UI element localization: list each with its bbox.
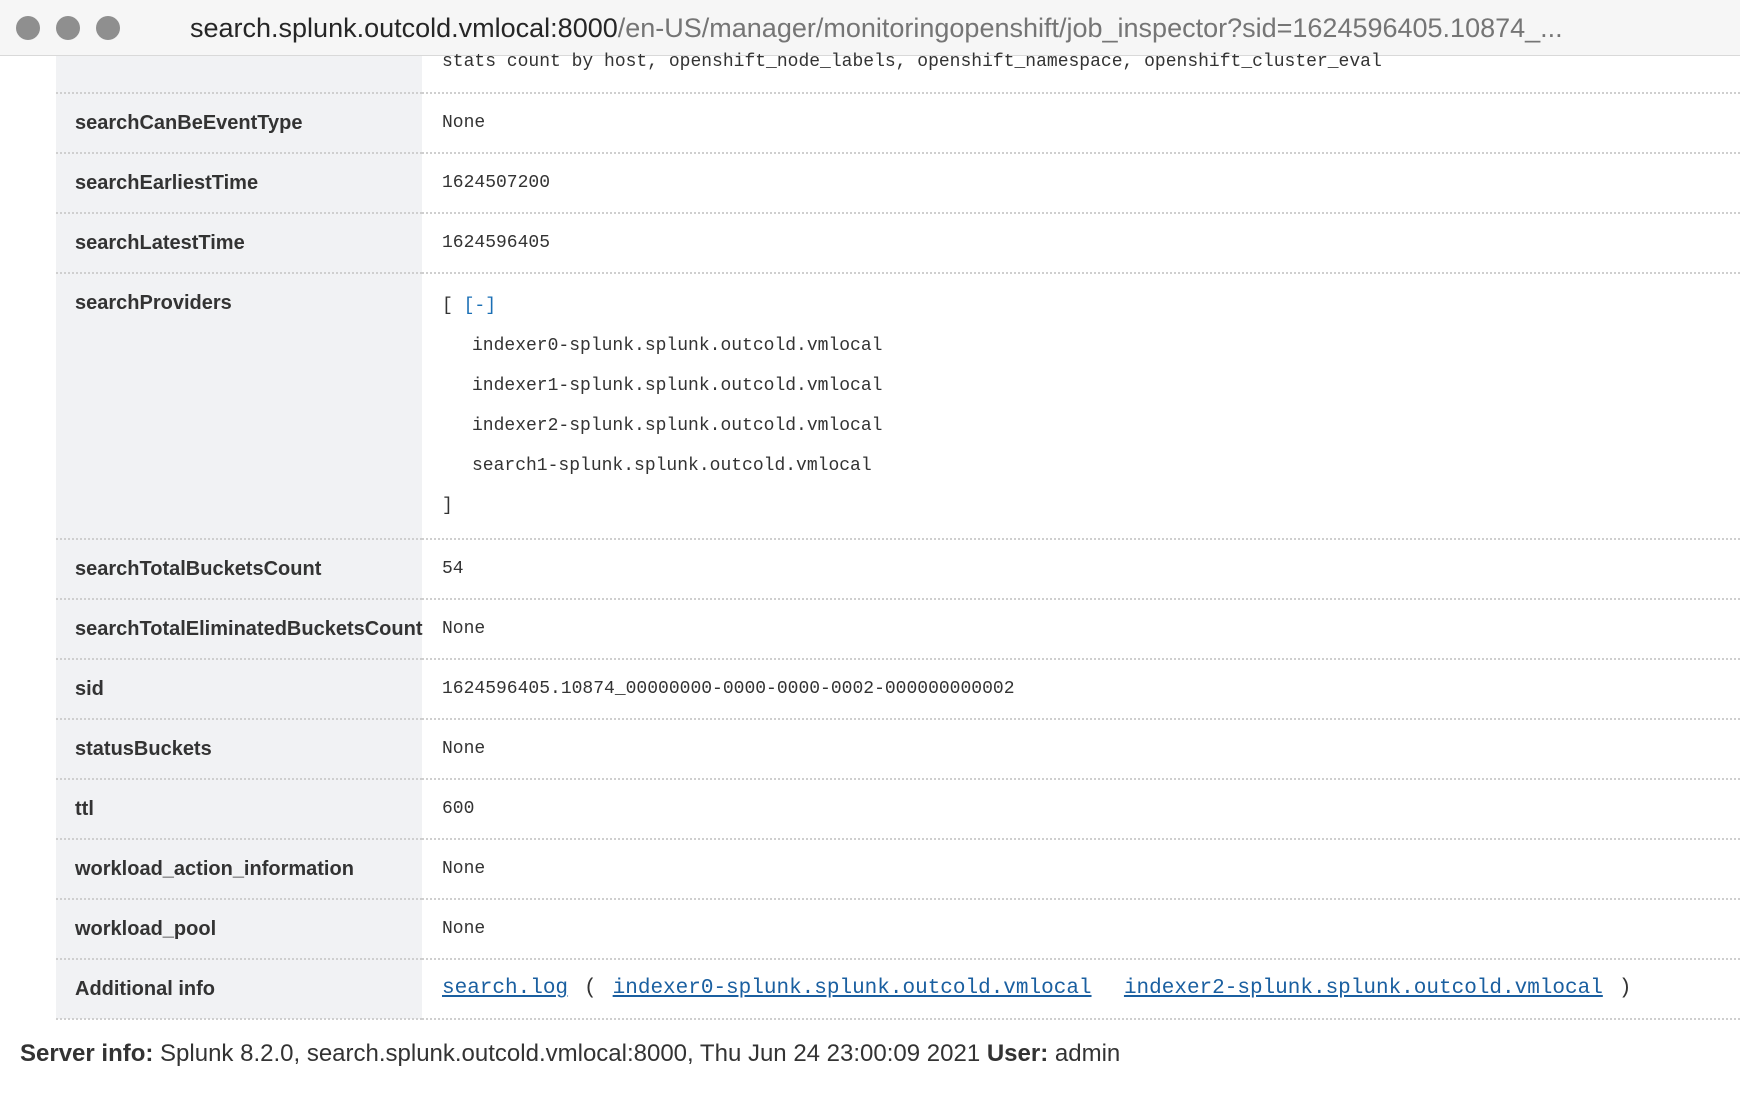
table-row: ttl 600	[56, 779, 1740, 840]
property-key: searchEarliestTime	[56, 153, 422, 214]
table-row: searchEarliestTime 1624507200	[56, 153, 1740, 214]
property-value: [ [-] indexer0-splunk.splunk.outcold.vml…	[422, 273, 1740, 540]
search-providers-list: [ [-] indexer0-splunk.splunk.outcold.vml…	[442, 274, 1740, 538]
property-key: workload_action_information	[56, 839, 422, 900]
table-row: Additional info search.log ( indexer0-splu…	[56, 959, 1740, 1020]
property-value: 54	[422, 539, 1740, 600]
table-row: workload_pool None	[56, 899, 1740, 960]
table-row: searchProviders [ [-] indexer0-splunk.sp…	[56, 273, 1740, 540]
property-value: 1624596405.10874_00000000-0000-0000-0002…	[422, 659, 1740, 720]
property-key: ttl	[56, 779, 422, 840]
url-path: /en-US/manager/monitoringopenshift/job_i…	[617, 13, 1563, 43]
table-row: stats count by host, openshift_node_labe…	[56, 53, 1740, 94]
property-value: 1624596405	[422, 213, 1740, 274]
property-key	[56, 56, 422, 94]
property-value: None	[422, 899, 1740, 960]
window-titlebar: search.splunk.outcold.vmlocal:8000/en-US…	[0, 0, 1740, 56]
close-window-button[interactable]	[16, 16, 40, 40]
close-bracket: ]	[442, 496, 453, 516]
property-key: sid	[56, 659, 422, 720]
table-row: searchTotalEliminatedBucketsCount None	[56, 599, 1740, 660]
user-value: admin	[1054, 1040, 1121, 1067]
property-key: statusBuckets	[56, 719, 422, 780]
peer-log-link-indexer2[interactable]: indexer2-splunk.splunk.outcold.vmlocal	[1124, 977, 1603, 1000]
property-key: searchTotalEliminatedBucketsCount	[56, 599, 422, 660]
list-item: indexer1-splunk.splunk.outcold.vmlocal	[472, 376, 883, 396]
address-bar[interactable]: search.splunk.outcold.vmlocal:8000/en-US…	[190, 12, 1563, 44]
property-key: searchCanBeEventType	[56, 93, 422, 154]
url-host: search.splunk.outcold.vmlocal:8000	[190, 13, 618, 43]
table-row: workload_action_information None	[56, 839, 1740, 900]
user-label: User:	[986, 1040, 1049, 1067]
property-value: None	[422, 599, 1740, 660]
list-item: search1-splunk.splunk.outcold.vmlocal	[472, 456, 872, 476]
property-key: searchLatestTime	[56, 213, 422, 274]
property-key: searchTotalBucketsCount	[56, 539, 422, 600]
server-info-footer: Server info: Splunk 8.2.0, search.splunk…	[20, 1040, 1120, 1068]
open-bracket: [	[442, 296, 453, 316]
property-key: workload_pool	[56, 899, 422, 960]
search-query-tail: stats count by host, openshift_node_labe…	[442, 52, 1382, 72]
peer-log-link-indexer0[interactable]: indexer0-splunk.splunk.outcold.vmlocal	[613, 977, 1092, 1000]
collapse-toggle[interactable]: [-]	[464, 296, 496, 316]
property-value: 600	[422, 779, 1740, 840]
search-log-link[interactable]: search.log	[442, 977, 568, 1000]
property-key: Additional info	[56, 959, 422, 1020]
list-item: indexer0-splunk.splunk.outcold.vmlocal	[472, 336, 883, 356]
server-info-value: Splunk 8.2.0, search.splunk.outcold.vmlo…	[160, 1040, 981, 1067]
list-item: indexer2-splunk.splunk.outcold.vmlocal	[472, 416, 883, 436]
close-paren: )	[1618, 977, 1632, 1000]
property-value: stats count by host, openshift_node_labe…	[422, 53, 1740, 94]
table-row: statusBuckets None	[56, 719, 1740, 780]
table-row: sid 1624596405.10874_00000000-0000-0000-…	[56, 659, 1740, 720]
property-value: None	[422, 719, 1740, 780]
property-value: 1624507200	[422, 153, 1740, 214]
property-value: None	[422, 93, 1740, 154]
open-paren: (	[584, 977, 597, 1000]
job-properties-panel: stats count by host, openshift_node_labe…	[56, 53, 1740, 1020]
minimize-window-button[interactable]	[56, 16, 80, 40]
job-properties-table: stats count by host, openshift_node_labe…	[56, 53, 1740, 1020]
table-row: searchCanBeEventType None	[56, 93, 1740, 154]
table-row: searchTotalBucketsCount 54	[56, 539, 1740, 600]
server-info-label: Server info:	[20, 1040, 154, 1067]
property-value: search.log ( indexer0-splunk.splunk.outcol…	[422, 959, 1740, 1020]
property-value: None	[422, 839, 1740, 900]
zoom-window-button[interactable]	[96, 16, 120, 40]
table-row: searchLatestTime 1624596405	[56, 213, 1740, 274]
property-key: searchProviders	[56, 273, 422, 540]
